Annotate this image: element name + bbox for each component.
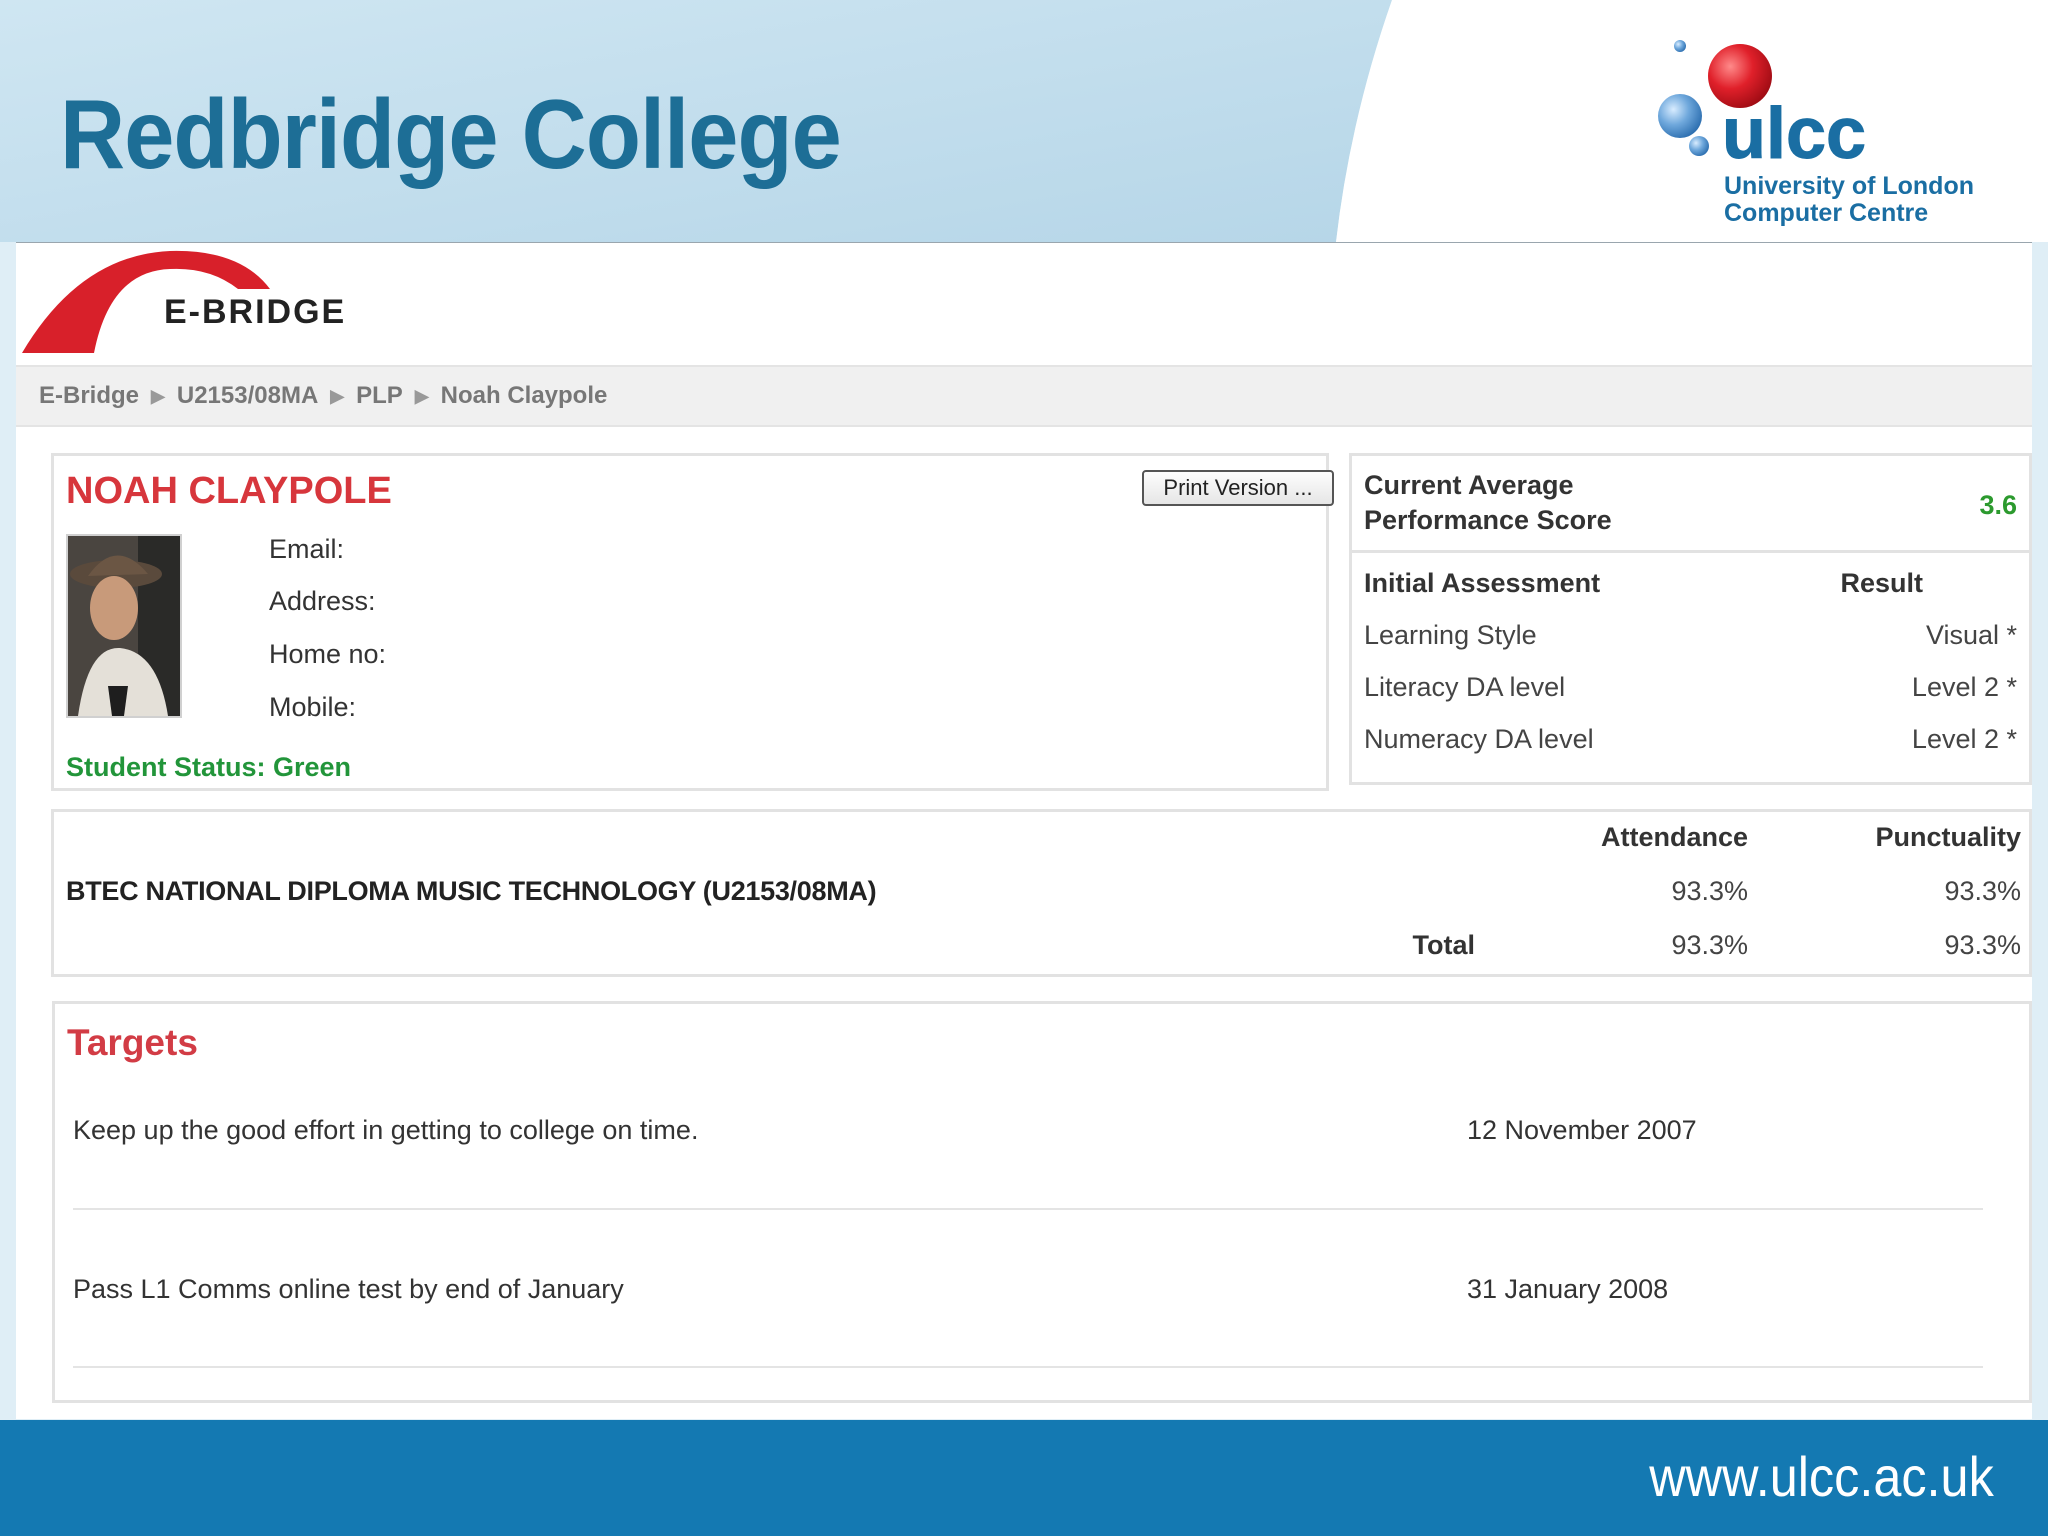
total-label: Total (1412, 930, 1476, 960)
assessment-row: Literacy DA level Level 2 * (1364, 672, 2017, 712)
attendance-header: Attendance (1600, 822, 1748, 852)
mobile-label: Mobile: (269, 692, 357, 722)
target-divider (73, 1366, 1983, 1368)
assessment-result: Visual * (1925, 620, 2017, 650)
ebridge-logo: E-BRIDGE (22, 250, 346, 353)
print-version-button[interactable]: Print Version ... (1142, 470, 1334, 506)
targets-panel: Targets Keep up the good effort in getti… (52, 1001, 2032, 1403)
total-attendance-value: 93.3% (1671, 930, 1748, 960)
assessment-header: Initial Assessment Result (1364, 568, 2017, 608)
footer-url: www.ulcc.ac.uk (1649, 1445, 1994, 1508)
assessment-panel: Current Average Performance Score 3.6 In… (1349, 453, 2032, 785)
course-punctuality-value: 93.3% (1944, 876, 2021, 906)
targets-title: Targets (67, 1022, 198, 1063)
assessment-name: Learning Style (1364, 620, 1537, 650)
target-date: 31 January 2008 (1467, 1274, 1669, 1304)
email-label: Email: (269, 534, 345, 564)
performance-score-row: Current Average Performance Score 3.6 (1352, 456, 2029, 553)
breadcrumb-item-student: Noah Claypole (440, 382, 608, 409)
logo-line-2: Computer Centre (1724, 199, 1929, 227)
breadcrumb-separator-icon: ▶ (330, 385, 345, 406)
breadcrumb-item-plp[interactable]: PLP (356, 382, 403, 410)
home-phone-label: Home no: (269, 639, 387, 669)
slide-title: Redbridge College (60, 79, 842, 189)
course-name[interactable]: BTEC NATIONAL DIPLOMA MUSIC TECHNOLOGY (… (66, 876, 877, 907)
assessment-result: Level 2 * (1911, 672, 2017, 702)
student-photo-image (68, 536, 180, 716)
punctuality-header: Punctuality (1875, 822, 2021, 852)
assessment-row: Numeracy DA level Level 2 * (1364, 724, 2017, 764)
result-header-label: Result (1840, 568, 1923, 598)
target-text: Pass L1 Comms online test by end of Janu… (73, 1274, 624, 1304)
breadcrumb-separator-icon: ▶ (151, 385, 165, 406)
ebridge-wordmark: E-BRIDGE (164, 293, 346, 331)
target-text: Keep up the good effort in getting to co… (73, 1115, 699, 1145)
breadcrumb-item-course[interactable]: U2153/08MA (177, 382, 318, 410)
address-label: Address: (269, 586, 376, 616)
assessment-name: Literacy DA level (1364, 672, 1566, 702)
performance-score-label: Current Average Performance Score (1364, 470, 1612, 535)
performance-score-value: 3.6 (1979, 490, 2017, 520)
target-date: 12 November 2007 (1467, 1115, 1697, 1145)
assessment-name: Numeracy DA level (1364, 724, 1594, 754)
breadcrumb-separator-icon: ▶ (414, 385, 429, 406)
assessment-header-label: Initial Assessment (1364, 568, 1601, 598)
assessment-result: Level 2 * (1911, 724, 2017, 754)
breadcrumb-item-ebridge[interactable]: E-Bridge (39, 382, 139, 410)
total-punctuality-value: 93.3% (1944, 930, 2021, 960)
breadcrumb: E-Bridge ▶ U2153/08MA ▶ PLP ▶ Noah Clayp… (16, 365, 2032, 427)
assessment-row: Learning Style Visual * (1364, 620, 2017, 660)
student-status: Student Status: Green (66, 752, 352, 782)
student-photo (66, 534, 182, 718)
ulcc-wordmark: ulcc (1722, 94, 1866, 174)
student-panel: NOAH CLAYPOLE Print Version ... Email: A… (51, 453, 1334, 791)
ebridge-header: E-BRIDGE (16, 243, 2032, 363)
student-name: NOAH CLAYPOLE (66, 470, 392, 512)
target-divider (73, 1208, 1983, 1210)
course-attendance-value: 93.3% (1671, 876, 1748, 906)
logo-line-1: University of London (1724, 172, 1974, 200)
course-attendance-panel: Attendance Punctuality BTEC NATIONAL DIP… (51, 809, 2032, 977)
ebridge-screenshot: E-BRIDGE E-Bridge ▶ U2153/08MA ▶ PLP ▶ N… (16, 242, 2032, 1419)
